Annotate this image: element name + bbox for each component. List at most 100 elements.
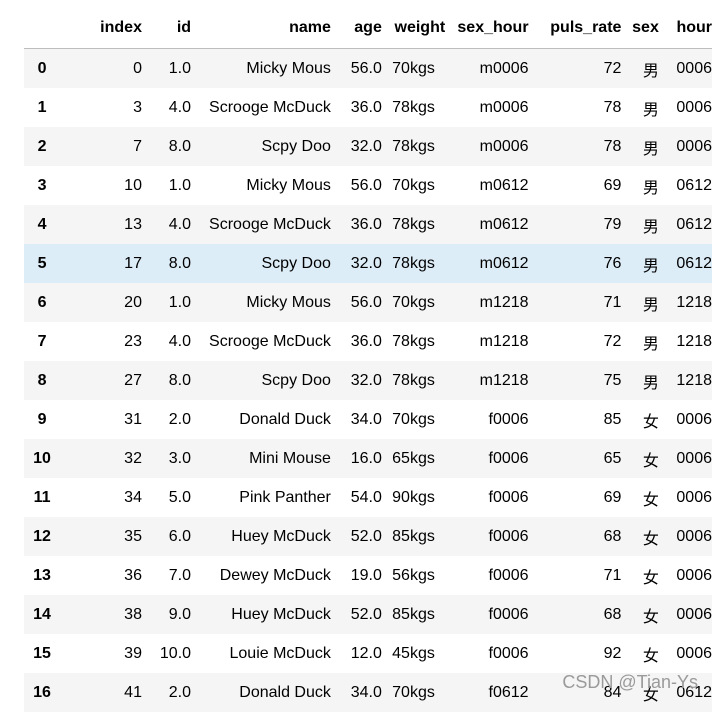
cell-index: 31 <box>60 400 142 439</box>
cell-weight: 78kgs <box>382 127 445 166</box>
cell-row-index: 15 <box>24 634 60 673</box>
cell-sex-hour: f0006 <box>445 517 528 556</box>
column-header-sex-hour: sex_hour <box>445 8 528 49</box>
cell-puls-rate: 65 <box>529 439 622 478</box>
cell-sex: 女 <box>621 556 658 595</box>
cell-id: 5.0 <box>142 478 191 517</box>
cell-puls-rate: 79 <box>529 205 622 244</box>
cell-age: 34.0 <box>331 673 382 712</box>
cell-name: Pink Panther <box>191 478 331 517</box>
table-row: 278.0Scpy Doo32.078kgsm000678男0006 <box>24 127 712 166</box>
cell-age: 34.0 <box>331 400 382 439</box>
cell-sex: 女 <box>621 517 658 556</box>
cell-id: 8.0 <box>142 361 191 400</box>
cell-row-index: 11 <box>24 478 60 517</box>
cell-sex-hour: f0006 <box>445 634 528 673</box>
cell-row-index: 8 <box>24 361 60 400</box>
cell-row-index: 10 <box>24 439 60 478</box>
cell-hour: 0006 <box>659 595 712 634</box>
column-header-row-index <box>24 8 60 49</box>
cell-index: 32 <box>60 439 142 478</box>
cell-sex-hour: f0006 <box>445 478 528 517</box>
cell-sex-hour: f0006 <box>445 556 528 595</box>
cell-name: Huey McDuck <box>191 595 331 634</box>
cell-row-index: 7 <box>24 322 60 361</box>
cell-weight: 78kgs <box>382 322 445 361</box>
cell-weight: 70kgs <box>382 400 445 439</box>
cell-row-index: 5 <box>24 244 60 283</box>
table-row: 3101.0Micky Mous56.070kgsm061269男0612 <box>24 166 712 205</box>
cell-hour: 0612 <box>659 244 712 283</box>
cell-index: 23 <box>60 322 142 361</box>
cell-puls-rate: 85 <box>529 400 622 439</box>
column-header-name: name <box>191 8 331 49</box>
cell-puls-rate: 69 <box>529 166 622 205</box>
table-row: 5178.0Scpy Doo32.078kgsm061276男0612 <box>24 244 712 283</box>
cell-index: 41 <box>60 673 142 712</box>
cell-sex-hour: m1218 <box>445 322 528 361</box>
cell-hour: 0006 <box>659 127 712 166</box>
cell-age: 36.0 <box>331 322 382 361</box>
cell-id: 4.0 <box>142 205 191 244</box>
cell-row-index: 16 <box>24 673 60 712</box>
cell-hour: 0612 <box>659 166 712 205</box>
cell-name: Donald Duck <box>191 673 331 712</box>
cell-sex: 男 <box>621 283 658 322</box>
cell-hour: 0006 <box>659 439 712 478</box>
cell-hour: 0006 <box>659 49 712 89</box>
cell-id: 1.0 <box>142 166 191 205</box>
cell-id: 2.0 <box>142 400 191 439</box>
cell-index: 39 <box>60 634 142 673</box>
cell-sex: 女 <box>621 595 658 634</box>
table-row: 9312.0Donald Duck34.070kgsf000685女0006 <box>24 400 712 439</box>
cell-age: 36.0 <box>331 205 382 244</box>
cell-row-index: 14 <box>24 595 60 634</box>
cell-weight: 70kgs <box>382 673 445 712</box>
watermark: CSDN @Tian-Ys <box>562 672 698 693</box>
table-row: 10323.0Mini Mouse16.065kgsf000665女0006 <box>24 439 712 478</box>
cell-index: 10 <box>60 166 142 205</box>
cell-hour: 1218 <box>659 322 712 361</box>
cell-weight: 85kgs <box>382 595 445 634</box>
cell-row-index: 4 <box>24 205 60 244</box>
cell-sex-hour: m1218 <box>445 361 528 400</box>
cell-name: Dewey McDuck <box>191 556 331 595</box>
cell-name: Micky Mous <box>191 49 331 89</box>
cell-id: 6.0 <box>142 517 191 556</box>
cell-sex-hour: f0006 <box>445 439 528 478</box>
cell-sex: 男 <box>621 49 658 89</box>
cell-hour: 0006 <box>659 88 712 127</box>
cell-age: 32.0 <box>331 127 382 166</box>
cell-age: 32.0 <box>331 244 382 283</box>
cell-index: 34 <box>60 478 142 517</box>
cell-id: 1.0 <box>142 283 191 322</box>
cell-sex: 男 <box>621 322 658 361</box>
cell-name: Louie McDuck <box>191 634 331 673</box>
table-row: 13367.0Dewey McDuck19.056kgsf000671女0006 <box>24 556 712 595</box>
cell-id: 1.0 <box>142 49 191 89</box>
cell-index: 36 <box>60 556 142 595</box>
cell-puls-rate: 72 <box>529 49 622 89</box>
cell-sex: 男 <box>621 361 658 400</box>
cell-index: 35 <box>60 517 142 556</box>
cell-weight: 70kgs <box>382 283 445 322</box>
cell-sex: 男 <box>621 166 658 205</box>
cell-age: 12.0 <box>331 634 382 673</box>
cell-puls-rate: 78 <box>529 127 622 166</box>
cell-sex-hour: f0612 <box>445 673 528 712</box>
cell-id: 2.0 <box>142 673 191 712</box>
cell-id: 9.0 <box>142 595 191 634</box>
table-row: 14389.0Huey McDuck52.085kgsf000668女0006 <box>24 595 712 634</box>
cell-age: 32.0 <box>331 361 382 400</box>
cell-puls-rate: 92 <box>529 634 622 673</box>
table-row: 134.0Scrooge McDuck36.078kgsm000678男0006 <box>24 88 712 127</box>
cell-id: 3.0 <box>142 439 191 478</box>
table-row: 6201.0Micky Mous56.070kgsm121871男1218 <box>24 283 712 322</box>
cell-index: 0 <box>60 49 142 89</box>
cell-sex-hour: m0006 <box>445 88 528 127</box>
table-row: 7234.0Scrooge McDuck36.078kgsm121872男121… <box>24 322 712 361</box>
cell-sex: 女 <box>621 439 658 478</box>
column-header-age: age <box>331 8 382 49</box>
cell-name: Scrooge McDuck <box>191 322 331 361</box>
table-row: 11345.0Pink Panther54.090kgsf000669女0006 <box>24 478 712 517</box>
